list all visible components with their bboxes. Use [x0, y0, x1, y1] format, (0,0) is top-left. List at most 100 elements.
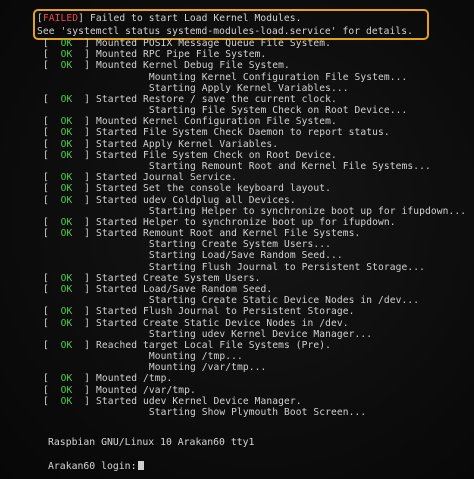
log-line: Starting Show Plymouth Boot Screen... [43, 407, 366, 418]
log-line: [ OK ] Mounted /var/tmp. [43, 385, 196, 396]
log-line: [ OK ] Mounted Kernel Debug File System. [43, 60, 290, 71]
log-line: Starting Helper to synchronize boot up f… [43, 206, 466, 217]
log-message: Mounted /var/tmp. [96, 384, 196, 396]
log-message: Started udev Coldplug all Devices. [96, 194, 296, 206]
log-line: [ OK ] Started Load/Save Random Seed. [43, 284, 272, 295]
log-message: Mounted Kernel Debug File System. [96, 60, 290, 72]
log-line: Mounting Kernel Configuration File Syste… [43, 72, 407, 83]
log-message: Started File System Check on Root Device… [96, 149, 337, 161]
log-message: Mounted Kernel Configuration File System… [96, 116, 337, 128]
log-line: [ OK ] Started Helper to synchronize boot… [43, 217, 396, 228]
ok-status: OK [54, 317, 79, 329]
status-badge: [ OK ] [43, 60, 91, 72]
ok-status: OK [54, 395, 79, 407]
log-message: Starting udev Kernel Device Manager... [96, 328, 373, 340]
log-message: Starting Load/Save Random Seed... [96, 250, 343, 262]
failed-message: Failed to start Load Kernel Modules. [89, 13, 302, 24]
status-badge: [ OK ] [43, 339, 91, 351]
log-message: Starting Helper to synchronize boot up f… [96, 205, 467, 217]
status-badge: [ OK ] [43, 272, 91, 284]
log-message: Started File System Check Daemon to repo… [96, 127, 390, 139]
log-line: [ OK ] Mounted RPC Pipe File System. [43, 49, 266, 60]
log-line: [ OK ] Started Apply Kernel Variables. [43, 139, 278, 150]
status-badge: [ OK ] [43, 306, 91, 318]
log-line: [ OK ] Started udev Coldplug all Devices. [43, 195, 296, 206]
status-badge: [ OK ] [43, 93, 91, 105]
log-message: Mounting Kernel Configuration File Syste… [96, 71, 408, 83]
failed-tag: FAILED [42, 13, 79, 24]
ok-status: OK [54, 216, 79, 228]
log-line: Starting Flush Journal to Persistent Sto… [43, 262, 425, 273]
log-line: [ OK ] Started Remount Root and Kernel Fi… [43, 228, 360, 239]
login-prompt: Arakan60 login: [48, 461, 137, 472]
log-message: Mounted /tmp. [96, 373, 173, 385]
log-line: Starting File System Check on Root Devic… [43, 105, 407, 116]
log-message: Starting Create System Users... [96, 239, 332, 251]
log-line: Starting Load/Save Random Seed... [43, 250, 343, 261]
ok-status: OK [54, 127, 79, 139]
ok-status: OK [54, 228, 79, 240]
log-message: Started Flush Journal to Persistent Stor… [96, 306, 355, 318]
status-badge: [ OK ] [43, 317, 91, 329]
log-message: Mounted RPC Pipe File System. [96, 49, 267, 61]
log-message: Started Load/Save Random Seed. [96, 283, 273, 295]
log-line: [ OK ] Started Create Static Device Nodes… [43, 318, 349, 329]
log-message: Starting Create Static Device Nodes in /… [96, 295, 420, 307]
log-line: [ OK ] Started File System Check Daemon t… [43, 127, 390, 138]
log-line: [ OK ] Started Create System Users. [43, 273, 261, 284]
failed-tag-close: ] [78, 13, 85, 24]
ok-status: OK [54, 183, 79, 195]
status-badge: [ OK ] [43, 216, 91, 228]
status-badge: [ OK ] [43, 373, 91, 385]
log-line: [ OK ] Reached target Local File Systems … [43, 340, 331, 351]
cursor [138, 461, 145, 470]
log-message: Mounting /tmp... [96, 351, 243, 363]
status-badge: [ OK ] [43, 384, 91, 396]
log-line: Starting Create Static Device Nodes in /… [43, 295, 419, 306]
log-line: [ OK ] Started Restore / save the current… [43, 94, 337, 105]
log-line: [ OK ] Started Set the console keyboard l… [43, 183, 331, 194]
ok-status: OK [54, 93, 79, 105]
log-line: Starting udev Kernel Device Manager... [43, 329, 372, 340]
ok-status: OK [54, 384, 79, 396]
log-line: Mounting /var/tmp... [43, 362, 266, 373]
status-badge: [ OK ] [43, 395, 91, 407]
log-message: Started Create System Users. [96, 272, 261, 284]
status-badge: [ OK ] [43, 172, 91, 184]
log-message: Starting Flush Journal to Persistent Sto… [96, 261, 426, 273]
os-banner: Raspbian GNU/Linux 10 Arakan60 tty1 [48, 437, 255, 448]
ok-status: OK [54, 194, 79, 206]
ok-status: OK [54, 373, 79, 385]
status-badge: [ OK ] [43, 38, 91, 49]
log-line: Starting Create System Users... [43, 239, 331, 250]
status-badge: [ OK ] [43, 49, 91, 61]
ok-status: OK [54, 116, 79, 128]
log-line: [ OK ] Started Journal Service. [43, 172, 237, 183]
log-message: Started Helper to synchronize boot up fo… [96, 216, 396, 228]
log-message: Starting Remount Root and Kernel File Sy… [96, 160, 431, 172]
log-message: Started Remount Root and Kernel File Sys… [96, 228, 361, 240]
failed-details-line: See 'systemctl status systemd-modules-lo… [37, 26, 414, 37]
ok-status: OK [54, 138, 79, 150]
log-message: Starting Show Plymouth Boot Screen... [96, 406, 367, 418]
log-message: Started Journal Service. [96, 172, 238, 184]
log-line: [ OK ] Started File System Check on Root … [43, 150, 337, 161]
ok-status: OK [54, 38, 79, 49]
status-badge: [ OK ] [43, 149, 91, 161]
log-line: Mounting /tmp... [43, 351, 243, 362]
log-message: Started Restore / save the current clock… [96, 93, 337, 105]
status-badge: [ OK ] [43, 228, 91, 240]
log-message: Starting File System Check on Root Devic… [96, 105, 408, 117]
log-message: Started udev Kernel Device Manager. [96, 395, 302, 407]
log-line: Starting Remount Root and Kernel File Sy… [43, 161, 431, 172]
ok-status: OK [54, 283, 79, 295]
log-message: Started Apply Kernel Variables. [96, 138, 279, 150]
log-message: Reached target Local File Systems (Pre). [96, 339, 332, 351]
log-line: [ OK ] Mounted Kernel Configuration File … [43, 116, 337, 127]
ok-status: OK [54, 60, 79, 72]
status-badge: [ OK ] [43, 283, 91, 295]
ok-status: OK [54, 172, 79, 184]
status-badge: [ OK ] [43, 127, 91, 139]
login-line[interactable]: Arakan60 login: [48, 461, 145, 472]
log-message: Starting Apply Kernel Variables... [96, 82, 349, 94]
